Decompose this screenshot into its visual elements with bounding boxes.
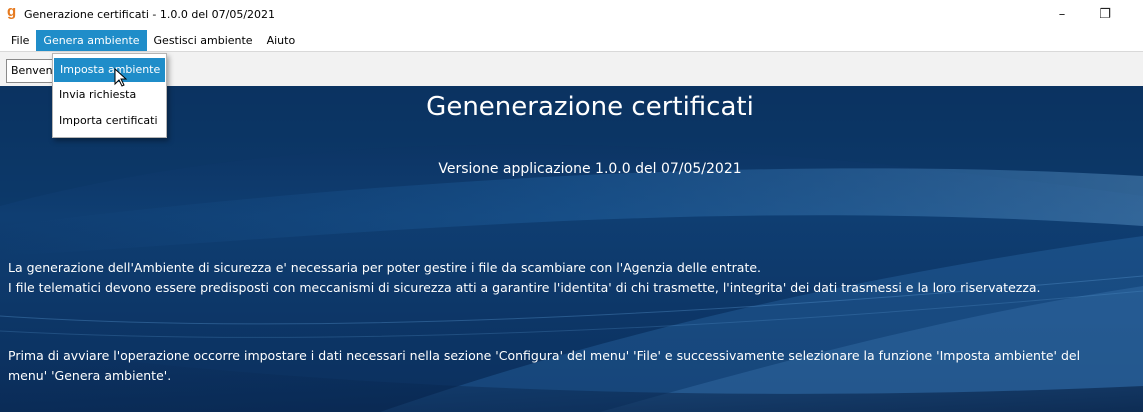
instructions-text: Prima di avviare l'operazione occorre im… <box>8 348 1081 383</box>
welcome-panel: Genenerazione certificati Versione appli… <box>0 86 1143 412</box>
menu-item-importa-certificati[interactable]: Importa certificati <box>53 108 166 134</box>
menu-item-invia-richiesta[interactable]: Invia richiesta <box>53 82 166 108</box>
description-line-1: La generazione dell'Ambiente di sicurezz… <box>8 260 762 275</box>
window-title: Generazione certificati - 1.0.0 del 07/0… <box>24 8 276 21</box>
menu-genera-ambiente[interactable]: Genera ambiente <box>36 30 147 51</box>
restore-button[interactable]: ❐ <box>1095 5 1115 25</box>
page-title: Genenerazione certificati <box>426 92 754 122</box>
mouse-cursor-icon <box>114 68 128 87</box>
minimize-button[interactable]: – <box>1052 5 1072 25</box>
menu-aiuto[interactable]: Aiuto <box>260 30 303 51</box>
menu-gestisci-ambiente[interactable]: Gestisci ambiente <box>147 30 260 51</box>
title-bar: g Generazione certificati - 1.0.0 del 07… <box>0 0 1143 30</box>
genera-ambiente-dropdown: Imposta ambiente Invia richiesta Importa… <box>52 53 167 138</box>
menu-file[interactable]: File <box>4 30 36 51</box>
tab-strip: Benvenuto <box>0 51 1143 86</box>
menu-item-imposta-ambiente[interactable]: Imposta ambiente <box>54 58 165 82</box>
app-logo-icon: g <box>7 3 17 20</box>
version-text: Versione applicazione 1.0.0 del 07/05/20… <box>438 161 742 177</box>
description-line-2: I file telematici devono essere predispo… <box>8 280 1041 295</box>
menu-bar: File Genera ambiente Gestisci ambiente A… <box>0 30 1143 51</box>
